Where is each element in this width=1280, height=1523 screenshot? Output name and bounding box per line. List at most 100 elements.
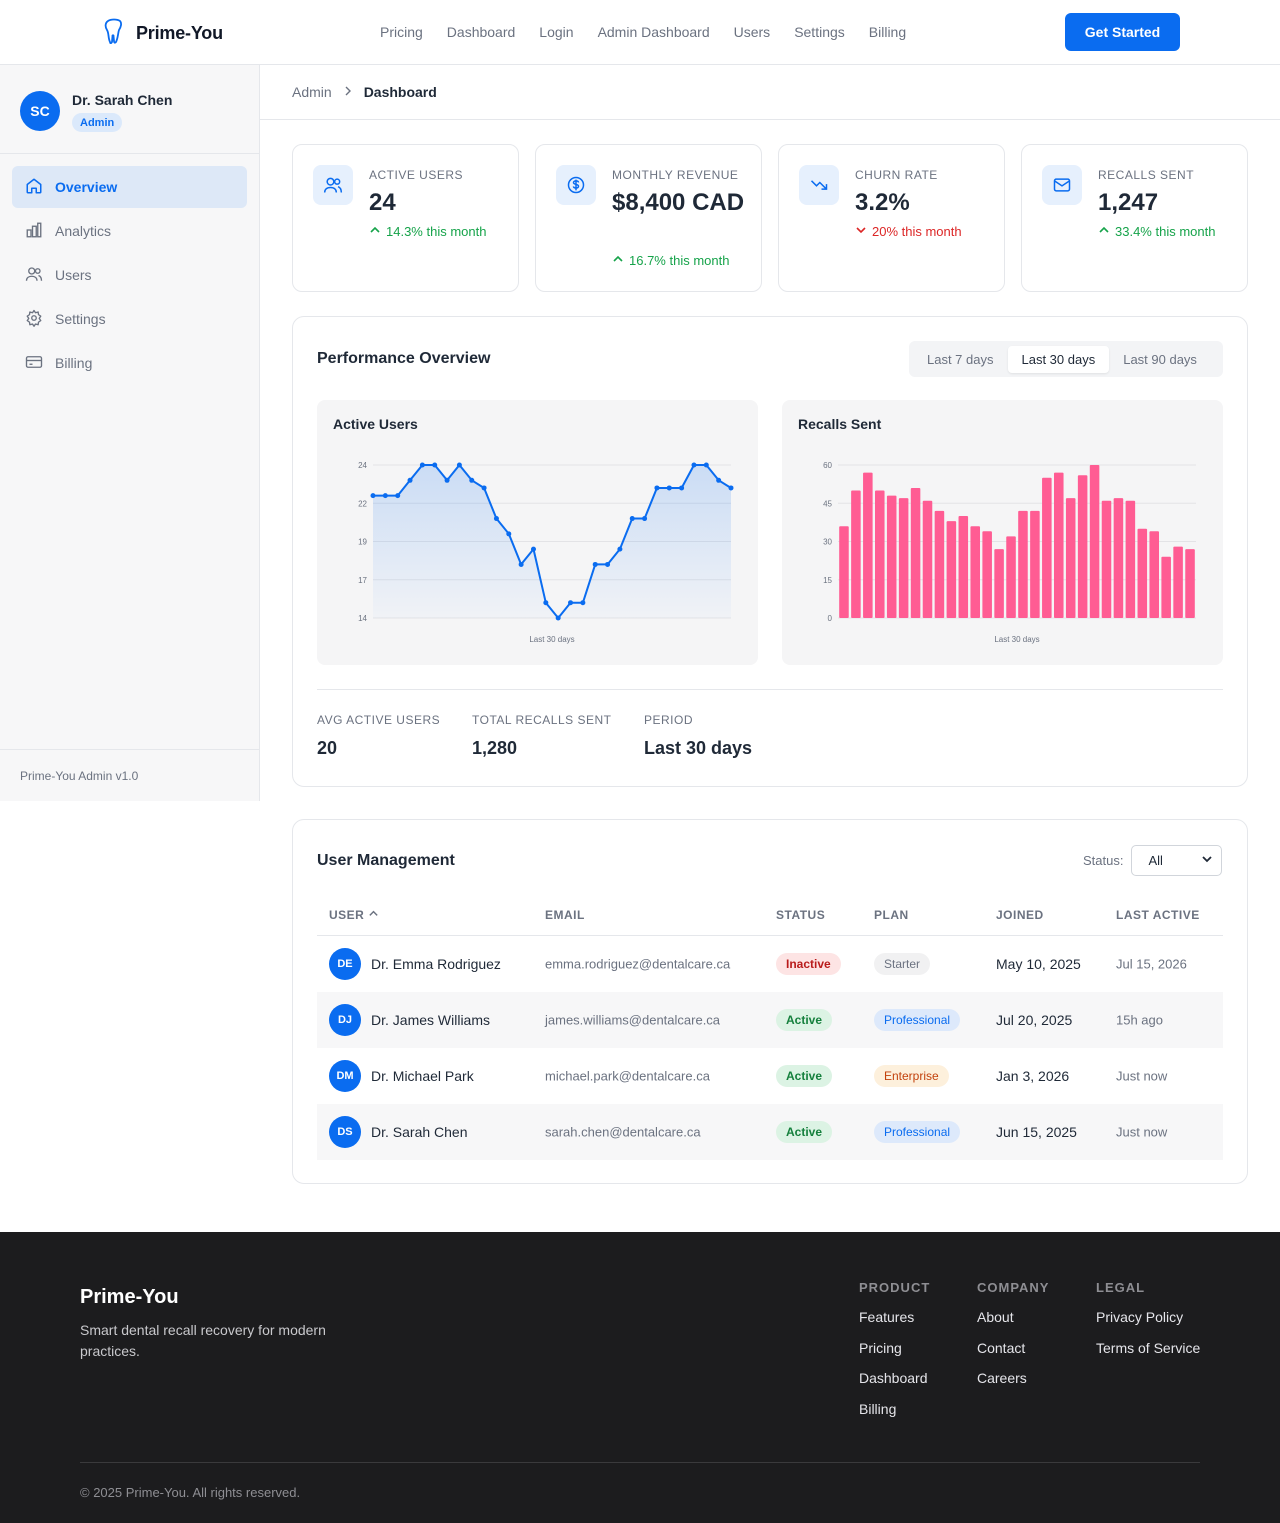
table-header: USER EMAIL STATUS PLAN JOINED LAST ACTIV…: [317, 896, 1223, 936]
avatar: DS: [329, 1116, 361, 1148]
dollar-icon: [556, 165, 596, 205]
footer-link-terms-of-service[interactable]: Terms of Service: [1096, 1340, 1200, 1371]
user-email: sarah.chen@dentalcare.ca: [545, 1124, 701, 1140]
gear-icon: [25, 309, 43, 330]
bar-chart-icon: [25, 221, 43, 242]
stat-card-active-users: Active Users 24 14.3% this month: [292, 144, 519, 292]
column-header-status[interactable]: STATUS: [776, 908, 825, 922]
column-header-plan[interactable]: PLAN: [874, 908, 909, 922]
table-row[interactable]: DJ Dr. James Williams james.williams@den…: [317, 992, 1223, 1048]
nav-link-login[interactable]: Login: [539, 24, 573, 40]
data-point: [666, 485, 672, 491]
data-point: [493, 516, 499, 522]
role-badge: Admin: [72, 113, 123, 132]
data-point: [629, 516, 635, 522]
user-cell: DS Dr. Sarah Chen: [329, 1116, 468, 1148]
table-row[interactable]: DM Dr. Michael Park michael.park@dentalc…: [317, 1048, 1223, 1104]
footer-link-features[interactable]: Features: [859, 1309, 930, 1340]
summary-value: 20: [317, 738, 338, 758]
stat-trend: 16.7% this month: [612, 253, 729, 268]
column-header-user[interactable]: USER: [329, 908, 379, 922]
footer-column-company: COMPANY About Contact Careers: [977, 1280, 1049, 1401]
breadcrumb-admin[interactable]: Admin: [292, 84, 332, 100]
stat-trend: 14.3% this month: [369, 224, 486, 239]
footer-brand: Prime-You: [80, 1286, 179, 1308]
bar: [982, 531, 992, 618]
tab-last-7-days[interactable]: Last 7 days: [913, 346, 1008, 373]
tab-last-30-days[interactable]: Last 30 days: [1007, 345, 1110, 373]
bar: [1042, 477, 1052, 618]
sidebar-item-settings[interactable]: Settings: [12, 298, 247, 340]
credit-card-icon: [25, 353, 43, 374]
bar: [898, 498, 909, 618]
data-point: [530, 546, 536, 552]
footer-link-contact[interactable]: Contact: [977, 1340, 1049, 1371]
summary-avg-active-users: Avg Active Users 20: [317, 713, 440, 759]
brand-logo[interactable]: Prime-You: [104, 18, 223, 49]
sidebar-item-analytics[interactable]: Analytics: [12, 210, 247, 252]
chevron-up-icon: [369, 224, 381, 239]
bar: [874, 490, 885, 618]
status-filter-label: Status:: [1083, 853, 1124, 868]
data-point: [407, 477, 413, 483]
bar: [958, 516, 969, 618]
y-tick-label: 14: [358, 614, 367, 623]
stat-card-monthly-revenue: Monthly Revenue $8,400 CAD 16.7% this mo…: [535, 144, 762, 292]
y-tick-label: 15: [823, 576, 832, 585]
status-badge: Active: [776, 1121, 833, 1143]
status-badge: Active: [776, 1065, 833, 1087]
footer-link-dashboard[interactable]: Dashboard: [859, 1370, 930, 1401]
sidebar-item-billing[interactable]: Billing: [12, 342, 247, 384]
x-axis-label: Last 30 days: [994, 635, 1039, 644]
footer-link-privacy-policy[interactable]: Privacy Policy: [1096, 1309, 1200, 1340]
sidebar-item-users[interactable]: Users: [12, 254, 247, 296]
bar: [922, 500, 933, 618]
column-header-email[interactable]: EMAIL: [545, 908, 585, 922]
data-point: [456, 462, 462, 468]
data-point: [691, 462, 697, 468]
sidebar-item-overview[interactable]: Overview: [12, 166, 247, 208]
divider: [317, 689, 1223, 690]
bar: [1185, 549, 1195, 618]
column-header-last-active[interactable]: LAST ACTIVE: [1116, 908, 1200, 922]
bar: [1101, 500, 1112, 618]
plan-cell: Professional: [874, 1121, 961, 1143]
last-active: 15h ago: [1116, 1012, 1163, 1028]
y-tick-label: 60: [823, 461, 832, 470]
table-row[interactable]: DE Dr. Emma Rodriguez emma.rodriguez@den…: [317, 936, 1223, 992]
status-select[interactable]: All: [1131, 845, 1223, 876]
footer-link-pricing[interactable]: Pricing: [859, 1340, 930, 1371]
nav-link-settings[interactable]: Settings: [794, 24, 845, 40]
tooth-icon: [104, 18, 124, 49]
stat-value: 1,247: [1098, 189, 1159, 216]
column-header-joined[interactable]: JOINED: [996, 908, 1044, 922]
data-point: [555, 615, 561, 621]
nav-link-admin-dashboard[interactable]: Admin Dashboard: [598, 24, 710, 40]
data-point: [679, 485, 685, 491]
status-badge: Active: [776, 1009, 833, 1031]
nav-link-users[interactable]: Users: [734, 24, 771, 40]
last-active: Jul 15, 2026: [1116, 956, 1187, 972]
user-name: Dr. Sarah Chen: [371, 1124, 468, 1140]
bar: [946, 521, 957, 618]
data-point: [592, 561, 598, 567]
last-active: Just now: [1116, 1124, 1168, 1140]
user-name: Dr. Emma Rodriguez: [371, 956, 501, 972]
tab-last-90-days[interactable]: Last 90 days: [1109, 346, 1211, 373]
footer-link-billing[interactable]: Billing: [859, 1401, 930, 1432]
stat-label: Active Users: [369, 168, 464, 182]
nav-link-dashboard[interactable]: Dashboard: [447, 24, 516, 40]
get-started-button[interactable]: Get Started: [1065, 13, 1180, 51]
footer-link-about[interactable]: About: [977, 1309, 1049, 1340]
footer-heading: LEGAL: [1096, 1280, 1146, 1295]
footer-link-careers[interactable]: Careers: [977, 1370, 1049, 1401]
data-point: [580, 600, 586, 606]
y-tick-label: 19: [358, 538, 367, 547]
performance-overview-panel: Performance Overview Last 7 days Last 30…: [292, 316, 1248, 787]
nav-link-pricing[interactable]: Pricing: [380, 24, 423, 40]
bar: [1077, 475, 1088, 618]
recalls-sent-chart: Recalls Sent 60 45 30 15 0 Last 30 days: [782, 400, 1223, 665]
table-row[interactable]: DS Dr. Sarah Chen sarah.chen@dentalcare.…: [317, 1104, 1223, 1160]
nav-link-billing[interactable]: Billing: [869, 24, 906, 40]
bar: [910, 487, 921, 618]
